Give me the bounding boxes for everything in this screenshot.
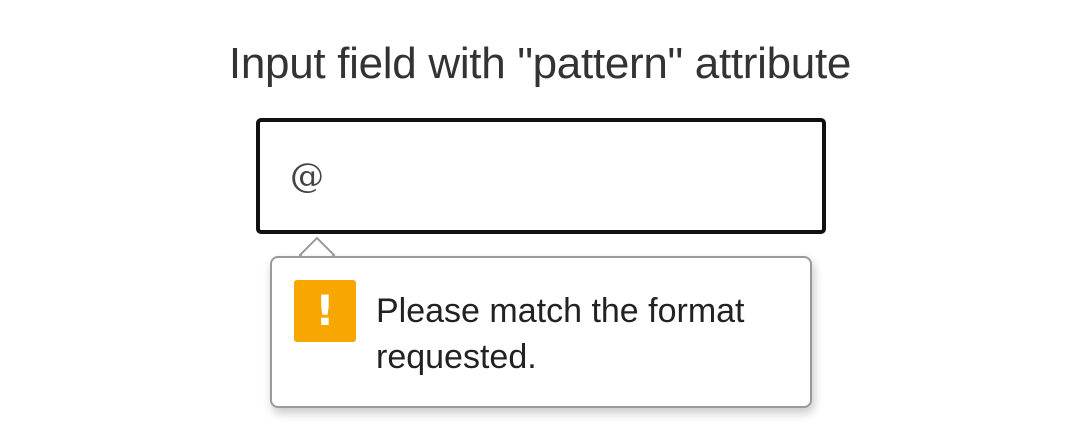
tooltip-arrow: [298, 236, 338, 258]
warning-icon: !: [294, 280, 356, 342]
validation-tooltip: ! Please match the format requested.: [270, 256, 812, 408]
validation-message: Please match the format requested.: [376, 292, 745, 376]
pattern-input-box[interactable]: [256, 118, 826, 234]
pattern-input[interactable]: [260, 122, 822, 230]
page-title: Input field with "pattern" attribute: [228, 39, 852, 88]
